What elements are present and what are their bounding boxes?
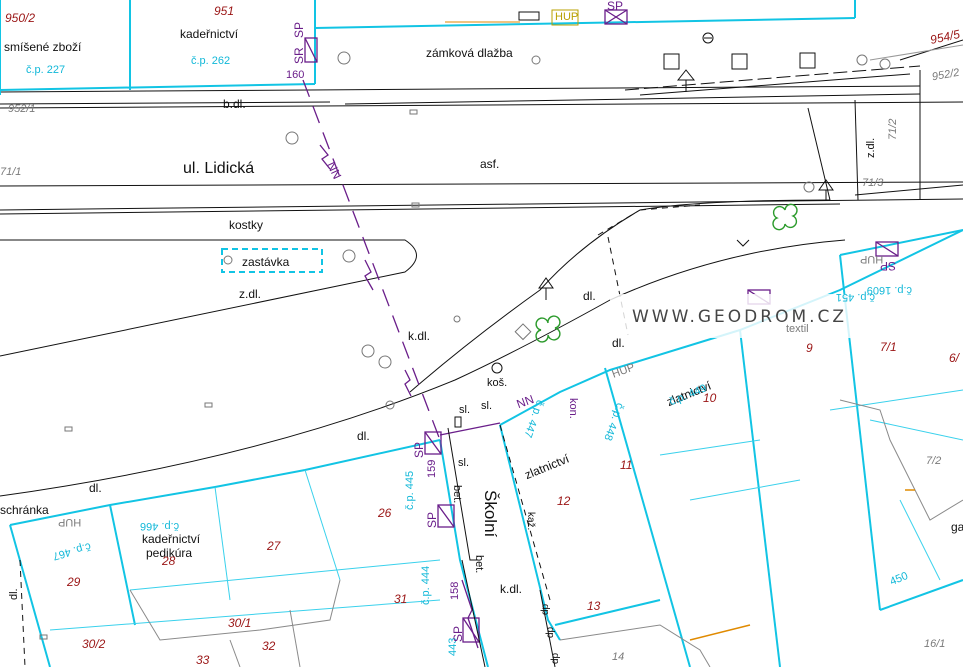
place-label-schranka: schránka <box>0 503 49 517</box>
parcel-7-2: 7/2 <box>926 455 942 467</box>
parcel-16-1: 16/1 <box>924 638 946 650</box>
number-160: 160 <box>286 69 305 81</box>
watermark-text: WWW.GEODROM.CZ <box>632 307 848 327</box>
parcel-11: 11 <box>620 458 633 472</box>
sp-label-left: SP <box>292 21 306 38</box>
surface-label-kos: koš. <box>487 377 508 389</box>
surface-label-kdl: k.dl. <box>408 329 431 343</box>
parcel-28: 28 <box>162 554 176 568</box>
surface-label-dl-2: dl. <box>612 336 625 350</box>
place-label-zastavka: zastávka <box>242 255 290 269</box>
parcel-71-1: 71/1 <box>0 166 22 178</box>
surface-label-kdl-skolni: k.dl. <box>500 582 523 596</box>
surface-label-kon: kon. <box>567 398 579 419</box>
parcel-32: 32 <box>262 639 276 653</box>
surface-label-bet-2: bet. <box>473 555 485 574</box>
surface-label-sl-3: sl. <box>458 457 469 469</box>
place-label-textil: textil <box>786 323 809 335</box>
surface-label-dp-c: dp <box>550 652 561 664</box>
hup-label-left: HUP <box>58 516 82 528</box>
surface-label-zdl-side: z.dl. <box>865 137 877 158</box>
sp-label-top: SP <box>607 0 624 13</box>
surface-label-dl-3: dl. <box>357 429 370 443</box>
parcel-26: 26 <box>378 506 392 520</box>
parcel-952-1: 952/1 <box>8 103 36 115</box>
surface-label-dl-1: dl. <box>583 289 596 303</box>
parcel-9: 9 <box>806 341 813 355</box>
sp-label-bottom: SP <box>451 625 465 642</box>
surface-label-sl-1: sl. <box>459 404 470 416</box>
parcel-14: 14 <box>612 651 625 663</box>
house-number-227: č.p. 227 <box>26 64 66 76</box>
sr-label: SR <box>292 47 306 64</box>
place-label-ga: ga <box>951 520 963 534</box>
parcel-10: 10 <box>703 391 717 405</box>
surface-label-bdl: b.dl. <box>223 97 246 111</box>
parcel-951: 951 <box>214 4 235 18</box>
surface-label-bet-1: bet. <box>451 485 463 504</box>
parcel-30-2: 30/2 <box>82 637 106 651</box>
surface-label-kostky: kostky <box>229 218 264 232</box>
house-number-262: č.p. 262 <box>191 55 231 67</box>
surface-label-zamkova-dlazba: zámková dlažba <box>426 46 513 60</box>
surface-label-dl-4: dl. <box>89 481 102 495</box>
parcel-71-2: 71/2 <box>887 118 899 140</box>
number-159: 159 <box>426 459 438 478</box>
surface-label-dp-b: dp <box>545 626 556 638</box>
parcel-6: 6/ <box>949 351 960 365</box>
cadastral-map: WWW.GEODROM.CZ ul. Lidická Školní zámkov… <box>0 0 963 667</box>
house-number-451: č.p. 451 <box>835 291 875 303</box>
street-name-skolni: Školní <box>481 490 500 538</box>
parcel-12: 12 <box>557 494 571 508</box>
survey-symbols <box>454 11 834 428</box>
surface-label-kaz: kaž. <box>525 512 536 531</box>
street-edges <box>0 39 963 497</box>
surface-label-asf: asf. <box>480 157 500 171</box>
street-name-lidicka: ul. Lidická <box>183 160 255 177</box>
sp-label-mid: SP <box>425 511 439 528</box>
parcel-27: 27 <box>267 539 281 553</box>
surface-label-dp-a: dp <box>540 603 551 615</box>
surface-label-dl-vertical-1: dl. <box>8 588 20 600</box>
sp-label-right: SP <box>880 259 897 273</box>
parcel-71-3: 71/3 <box>862 177 884 189</box>
house-number-445: č.p. 445 <box>404 470 416 510</box>
hup-label-top: HUP <box>555 11 579 23</box>
parcel-30-1: 30/1 <box>228 616 252 630</box>
place-label-kadernictvi-2: kadeřnictví <box>142 532 201 546</box>
surface-label-zdl: z.dl. <box>239 287 262 301</box>
parcel-31: 31 <box>394 592 408 606</box>
sp-label-159: SP <box>412 441 426 458</box>
number-158: 158 <box>449 581 461 600</box>
parcel-7-1: 7/1 <box>880 340 897 354</box>
parcel-29: 29 <box>67 575 81 589</box>
house-number-444: č.p. 444 <box>420 565 432 605</box>
parcel-950-2: 950/2 <box>5 11 36 25</box>
place-label-smisene-zbozi: smíšené zboží <box>4 40 82 54</box>
place-label-kadernictvi: kadeřnictví <box>180 27 239 41</box>
house-number-466: č.p. 466 <box>140 520 180 532</box>
parcel-33: 33 <box>196 653 210 667</box>
parcel-13: 13 <box>587 599 601 613</box>
surface-label-sl-2: sl. <box>481 400 492 412</box>
